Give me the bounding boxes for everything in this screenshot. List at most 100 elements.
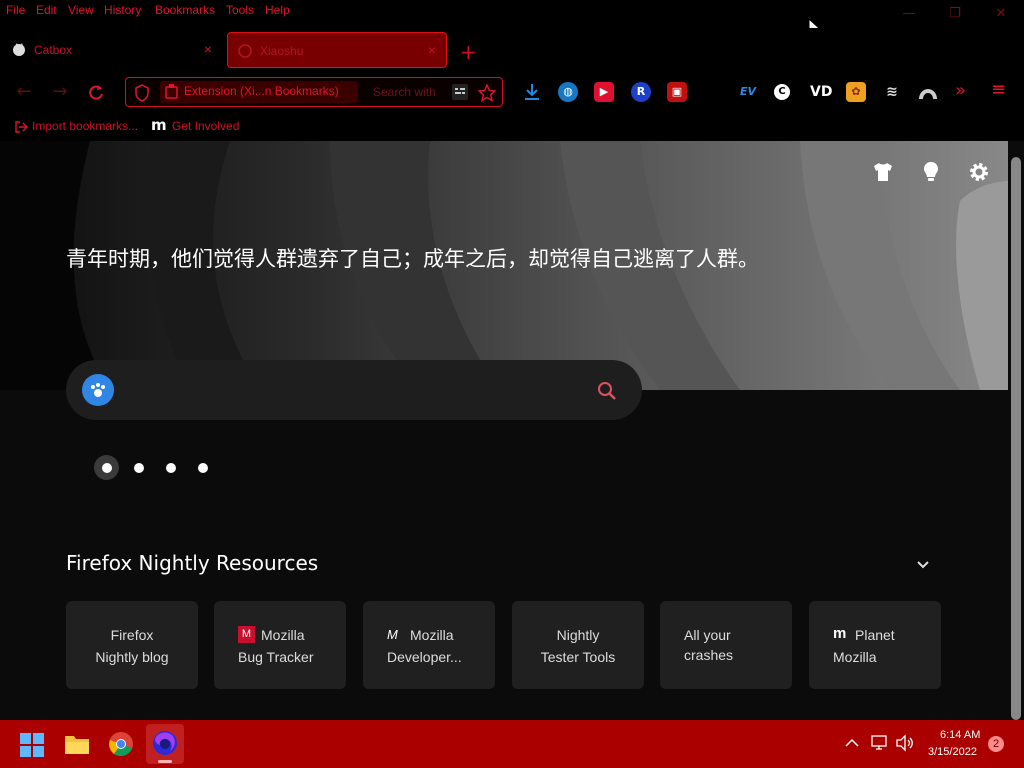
tab-close-icon[interactable]: × (204, 41, 212, 57)
card-line1: Mozilla (261, 627, 305, 643)
overflow-chevrons-icon[interactable]: » (955, 80, 966, 101)
url-bar[interactable]: Extension (Xi...n Bookmarks) Search with (125, 77, 503, 107)
clock-time[interactable]: 6:14 AM (940, 729, 980, 741)
menu-file[interactable]: File (6, 3, 25, 17)
tab-xiaoshu[interactable]: Xiaoshu × (227, 32, 447, 68)
xiaoshu-favicon-icon (238, 44, 252, 58)
tshirt-icon[interactable] (872, 161, 894, 183)
game-extension-icon[interactable]: ✿ (846, 82, 866, 102)
hero-background: 青年时期，他们觉得人群遗弃了自己；成年之后，却觉得自己逃离了人群。 (0, 141, 1008, 390)
carousel-dot[interactable] (166, 463, 176, 473)
restore-button[interactable]: ❐ (932, 2, 978, 26)
window-extension-icon[interactable]: ▣ (667, 82, 687, 102)
video-extension-icon[interactable]: ▶ (594, 82, 614, 102)
network-icon[interactable] (870, 734, 890, 752)
windows-start-icon[interactable] (20, 733, 44, 757)
bookmark-get-involved[interactable]: Get Involved (172, 119, 239, 133)
card-line1: Mozilla (410, 627, 454, 643)
card-line1: All your (684, 627, 731, 643)
ev-extension-icon[interactable]: EV (738, 82, 758, 102)
new-tab-page: 青年时期，他们觉得人群遗弃了自己；成年之后，却觉得自己逃离了人群。 Firefo… (0, 141, 1008, 720)
tab-close-icon[interactable]: × (428, 42, 436, 58)
resource-card-developer[interactable]: M Mozilla Developer... (363, 601, 495, 689)
reload-icon[interactable] (86, 83, 106, 103)
tab-label: Catbox (34, 43, 73, 57)
extension-icon (165, 84, 178, 99)
resource-card-nightly-blog[interactable]: Firefox Nightly blog (66, 601, 198, 689)
notification-badge[interactable]: 2 (988, 736, 1004, 752)
resources-title: Firefox Nightly Resources (66, 551, 319, 575)
extension-identity-box[interactable]: Extension (Xi...n Bookmarks) (160, 81, 358, 103)
menu-bookmarks[interactable]: Bookmarks (155, 3, 215, 17)
tab-bar: Catbox × Xiaoshu × + (0, 28, 1024, 72)
mdn-icon: M (387, 627, 398, 642)
volume-icon[interactable] (895, 734, 915, 752)
mozilla-m-icon: m (833, 625, 847, 642)
menu-help[interactable]: Help (265, 3, 290, 17)
carousel-dot[interactable] (102, 463, 112, 473)
hero-quote: 青年时期，他们觉得人群遗弃了自己；成年之后，却觉得自己逃离了人群。 (66, 247, 759, 271)
chrome-icon[interactable] (108, 731, 134, 757)
card-line2: Mozilla (833, 649, 877, 665)
catbox-favicon-icon (13, 43, 25, 56)
active-app-indicator (158, 760, 172, 763)
tab-catbox[interactable]: Catbox × (2, 32, 222, 68)
shield-icon[interactable] (134, 84, 150, 102)
new-tab-button[interactable]: + (460, 40, 477, 64)
card-line1: Firefox (110, 627, 154, 643)
r-extension-icon[interactable]: R (631, 82, 651, 102)
arc-extension-icon[interactable] (918, 82, 938, 102)
url-value: Extension (Xi...n Bookmarks) (184, 84, 339, 98)
close-window-button[interactable]: ✕ (978, 2, 1024, 26)
file-explorer-icon[interactable] (64, 732, 90, 756)
scrollbar-thumb[interactable] (1011, 157, 1021, 720)
resource-card-crashes[interactable]: All your crashes (660, 601, 792, 689)
download-icon[interactable] (522, 82, 542, 102)
minimize-button[interactable]: — (886, 2, 932, 26)
card-line2: crashes (684, 647, 734, 663)
resource-card-planet-mozilla[interactable]: m Planet Mozilla (809, 601, 941, 689)
menu-edit[interactable]: Edit (36, 3, 57, 17)
search-placeholder: Search with (373, 85, 436, 99)
resource-card-tester-tools[interactable]: Nightly Tester Tools (512, 601, 644, 689)
globe-extension-icon[interactable]: ◍ (558, 82, 578, 102)
bookmarks-toolbar: Import bookmarks... m Get Involved (0, 112, 1024, 141)
c-extension-icon[interactable]: C (774, 84, 790, 100)
card-line2: Developer... (387, 649, 462, 665)
menu-history[interactable]: History (104, 3, 141, 17)
bugzilla-icon: M (238, 626, 255, 643)
menu-view[interactable]: View (68, 3, 94, 17)
carousel-dot[interactable] (134, 463, 144, 473)
navigation-bar: ← → Extension (Xi...n Bookmarks) Search … (0, 72, 1024, 112)
clock-date[interactable]: 3/15/2022 (928, 746, 977, 758)
menu-tools[interactable]: Tools (226, 3, 254, 17)
chevron-down-icon[interactable] (915, 559, 931, 571)
search-box[interactable] (66, 360, 642, 420)
card-line2: Tester Tools (540, 649, 616, 665)
lightbulb-icon[interactable] (920, 160, 942, 184)
search-icon[interactable] (596, 380, 618, 402)
bookmark-star-icon[interactable] (478, 84, 496, 102)
resource-card-bug-tracker[interactable]: M Mozilla Bug Tracker (214, 601, 346, 689)
books-extension-icon[interactable]: ≋ (882, 82, 902, 102)
card-line1: Planet (855, 627, 895, 643)
back-arrow-icon[interactable]: ← (12, 80, 36, 104)
firefox-nightly-icon (153, 731, 177, 755)
menu-bar: File Edit View History Bookmarks Tools H… (0, 0, 1024, 38)
settings-gear-icon[interactable] (968, 161, 990, 183)
card-line2: Nightly blog (95, 649, 169, 665)
firefox-nightly-taskbar-button[interactable] (146, 724, 184, 764)
taskbar: 6:14 AM 3/15/2022 2 (0, 720, 1024, 768)
import-icon (15, 121, 28, 133)
forward-arrow-icon[interactable]: → (48, 80, 72, 104)
search-engine-icon[interactable] (452, 84, 468, 100)
card-line2: Bug Tracker (238, 649, 314, 665)
carousel-dot[interactable] (198, 463, 208, 473)
tab-label: Xiaoshu (260, 44, 304, 58)
mozilla-m-icon: m (151, 116, 167, 134)
bookmark-import[interactable]: Import bookmarks... (32, 119, 138, 133)
menu-hamburger-icon[interactable]: ≡ (991, 79, 1006, 100)
vd-extension-icon[interactable]: VD (810, 82, 832, 102)
chevron-up-icon[interactable] (844, 736, 860, 750)
baidu-paw-icon[interactable] (82, 374, 114, 406)
